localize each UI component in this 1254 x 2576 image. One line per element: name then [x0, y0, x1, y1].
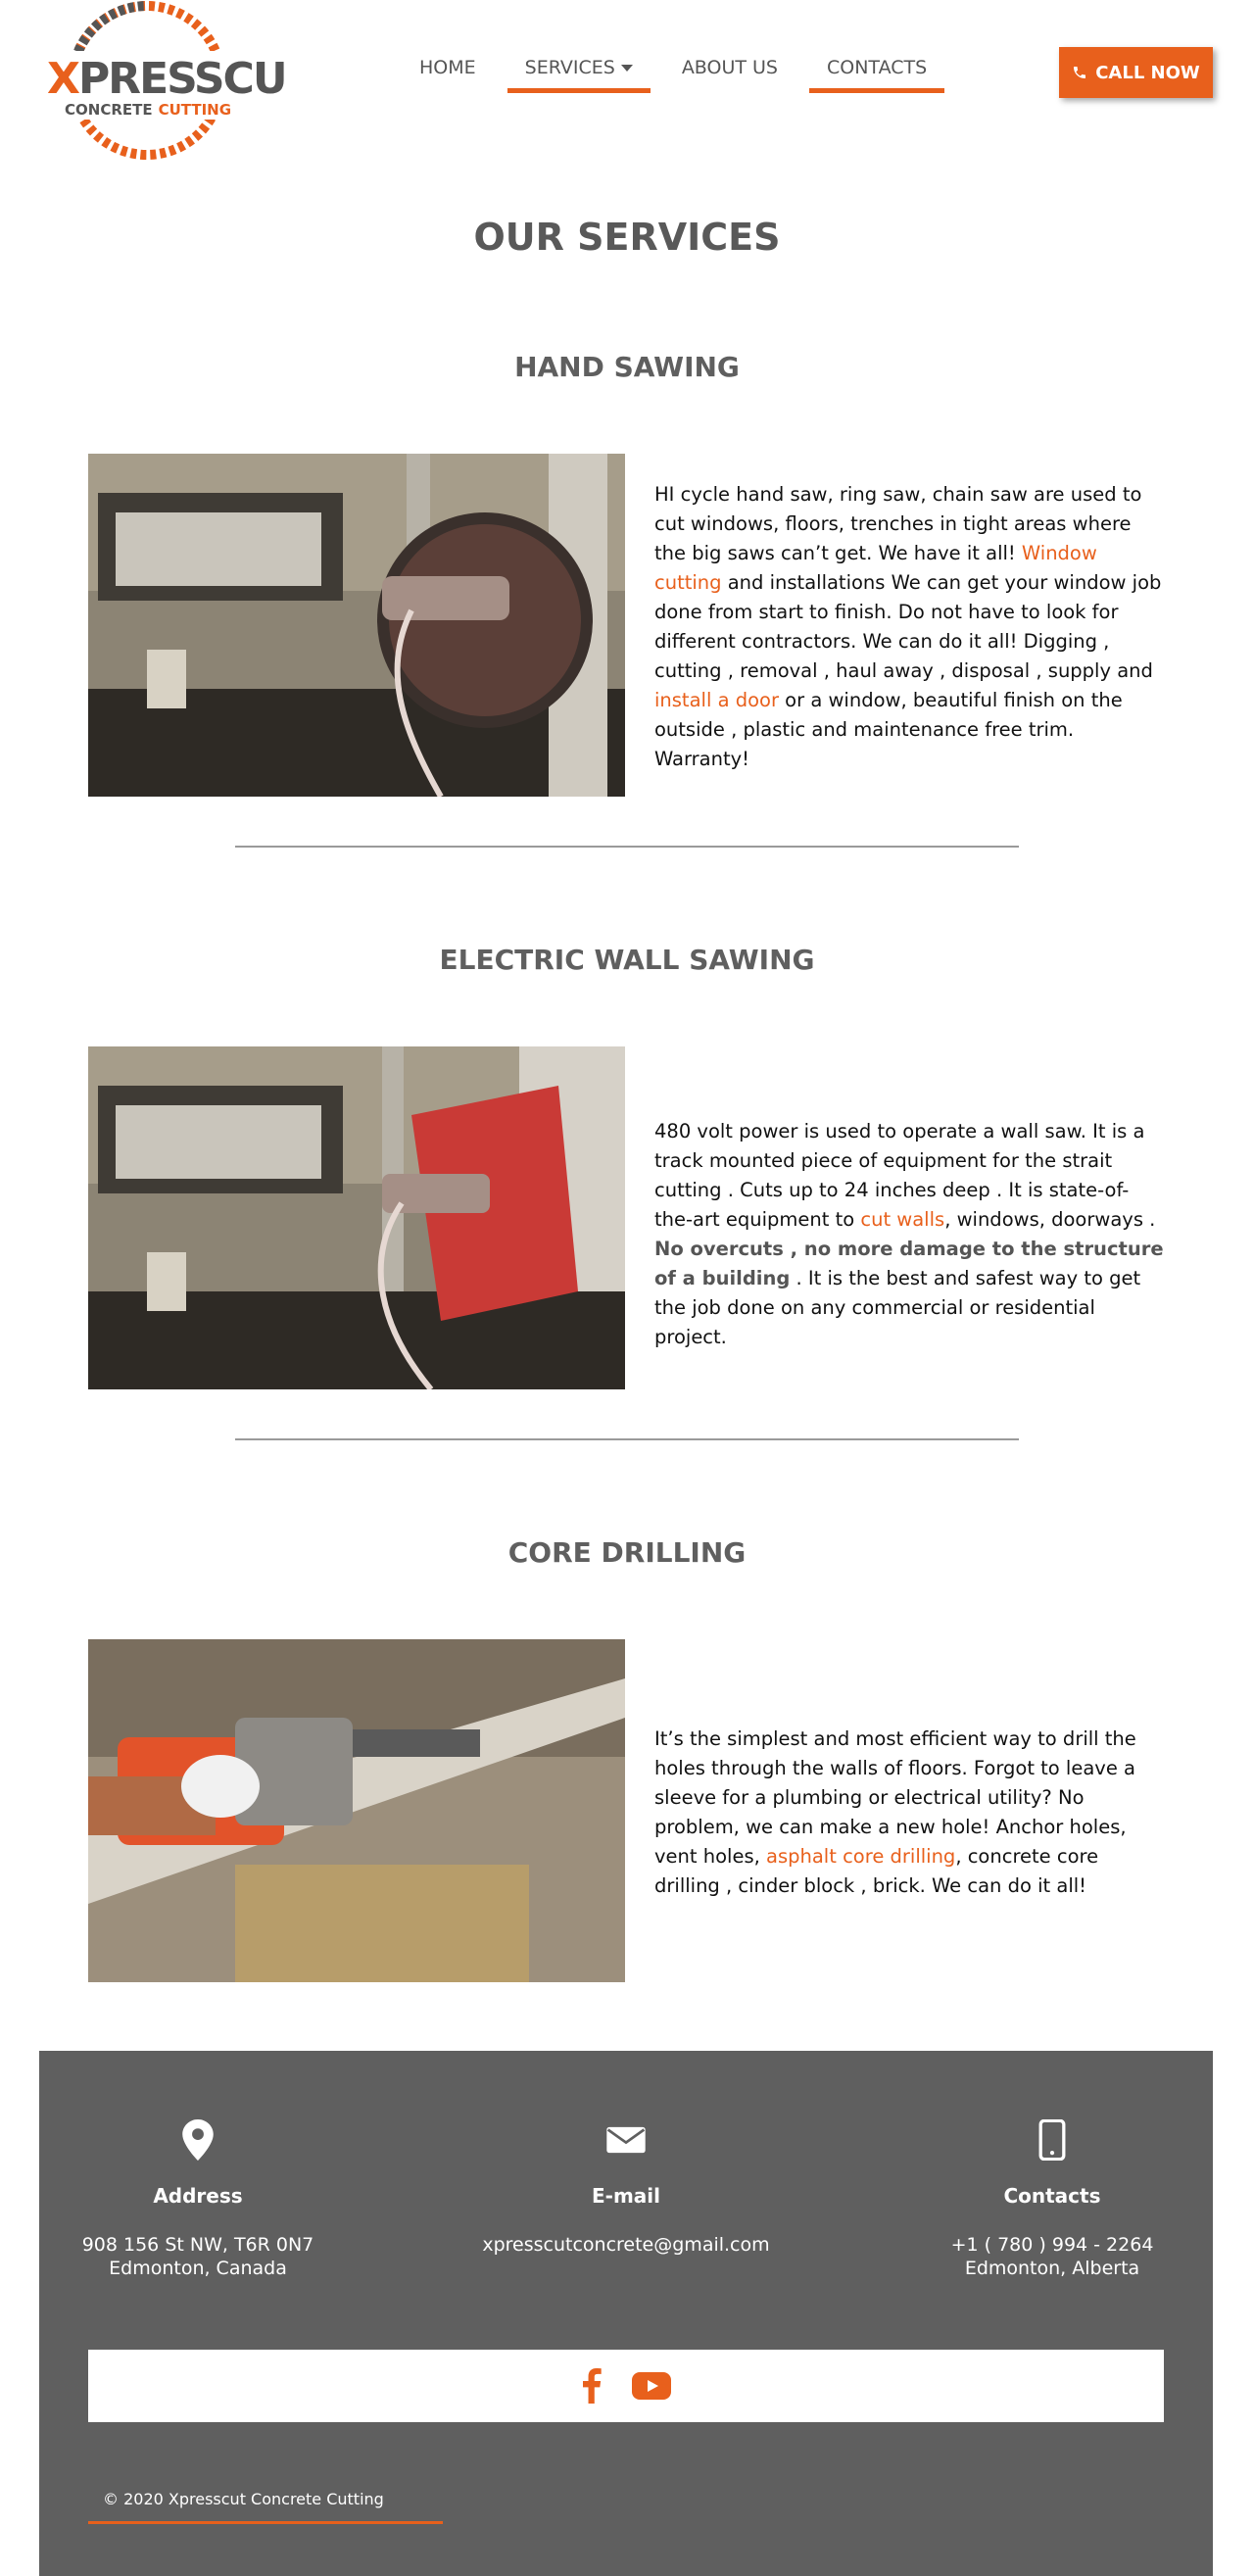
nav-about-label: ABOUT US: [681, 57, 778, 78]
service-description: It’s the simplest and most efficient way…: [654, 1725, 1164, 1901]
phone-number[interactable]: +1 ( 780 ) 994 - 2264: [905, 2233, 1199, 2257]
call-now-label: CALL NOW: [1095, 62, 1200, 83]
contacts-city: Edmonton, Alberta: [964, 2258, 1140, 2279]
nav-about-us[interactable]: ABOUT US: [664, 57, 796, 93]
hand-saw-photo: [88, 454, 625, 797]
logo-accent-letter: X: [47, 54, 80, 104]
page-title: OUR SERVICES: [473, 216, 781, 259]
svg-text:XPRESSCUT: XPRESSCUT: [47, 54, 284, 104]
social-links: [88, 2350, 1164, 2422]
footer-email: E-mail xpresscutconcrete@gmail.com: [479, 2119, 773, 2257]
service-text-part: and installations We can get your window…: [654, 571, 1162, 682]
nav-home-label: HOME: [419, 57, 476, 78]
service-hand-sawing: HAND SAWING HI cycle hand saw, ring saw,…: [0, 351, 1254, 848]
service-title: HAND SAWING: [514, 351, 740, 383]
nav-contacts[interactable]: CONTACTS: [809, 57, 945, 93]
service-title: CORE DRILLING: [507, 1536, 747, 1569]
logo-tagline-a: CONCRETE: [65, 101, 153, 119]
asphalt-core-drilling-link[interactable]: asphalt core drilling: [766, 1845, 955, 1868]
email-label: E-mail: [591, 2184, 660, 2208]
wall-saw-photo: [88, 1046, 625, 1389]
nav-services[interactable]: SERVICES: [506, 57, 651, 93]
mobile-phone-icon: [1038, 2118, 1066, 2162]
envelope-icon: [606, 2126, 646, 2154]
service-core-drilling: CORE DRILLING It’s the simplest and most…: [0, 1536, 1254, 1982]
site-header: XPRESSCUT CONCRETE CUTTING HOME SERVICES …: [0, 0, 1254, 160]
nav-home[interactable]: HOME: [402, 57, 494, 93]
copyright-text: © 2020 Xpresscut Concrete Cutting: [103, 2490, 384, 2508]
youtube-icon[interactable]: [632, 2371, 671, 2401]
location-pin-icon: [182, 2119, 214, 2161]
nav-contacts-label: CONTACTS: [827, 57, 928, 78]
contacts-label: Contacts: [1003, 2184, 1101, 2208]
footer-address: Address 908 156 St NW, T6R 0N7 Edmonton,…: [51, 2119, 345, 2280]
section-divider: [235, 846, 1019, 848]
address-line-2: Edmonton, Canada: [109, 2258, 287, 2279]
email-link[interactable]: xpresscutconcrete@gmail.com: [482, 2234, 769, 2256]
service-description: 480 volt power is used to operate a wall…: [654, 1117, 1164, 1352]
install-door-link[interactable]: install a door: [654, 689, 779, 711]
phone-icon: [1074, 67, 1086, 78]
address-label: Address: [153, 2184, 243, 2208]
nav-services-label: SERVICES: [524, 57, 615, 78]
caret-down-icon: [620, 64, 633, 72]
facebook-icon[interactable]: [581, 2368, 603, 2404]
site-footer: Address 908 156 St NW, T6R 0N7 Edmonton,…: [39, 2051, 1213, 2576]
service-description: HI cycle hand saw, ring saw, chain saw a…: [654, 480, 1164, 774]
footer-contacts: Contacts +1 ( 780 ) 994 - 2264 Edmonton,…: [905, 2118, 1199, 2280]
service-electric-wall-sawing: ELECTRIC WALL SAWING 480 volt power is u…: [0, 944, 1254, 1440]
copyright-underline: [88, 2521, 443, 2524]
xpresscut-logo[interactable]: XPRESSCUT CONCRETE CUTTING: [39, 0, 284, 162]
section-divider: [235, 1438, 1019, 1440]
logo-tagline-b: CUTTING: [159, 101, 231, 119]
cut-walls-link[interactable]: cut walls: [860, 1208, 944, 1231]
call-now-button[interactable]: CALL NOW: [1059, 47, 1213, 98]
svg-text:CONCRETECUTTING: CONCRETE CUTTING: [65, 101, 231, 119]
service-text-part: , windows, doorways .: [944, 1208, 1156, 1231]
main-nav: HOME SERVICES ABOUT US CONTACTS: [402, 57, 958, 93]
service-title: ELECTRIC WALL SAWING: [439, 944, 815, 976]
address-line-1: 908 156 St NW, T6R 0N7: [81, 2234, 314, 2256]
logo-name: PRESSCUT: [78, 54, 284, 104]
core-drill-photo: [88, 1639, 625, 1982]
